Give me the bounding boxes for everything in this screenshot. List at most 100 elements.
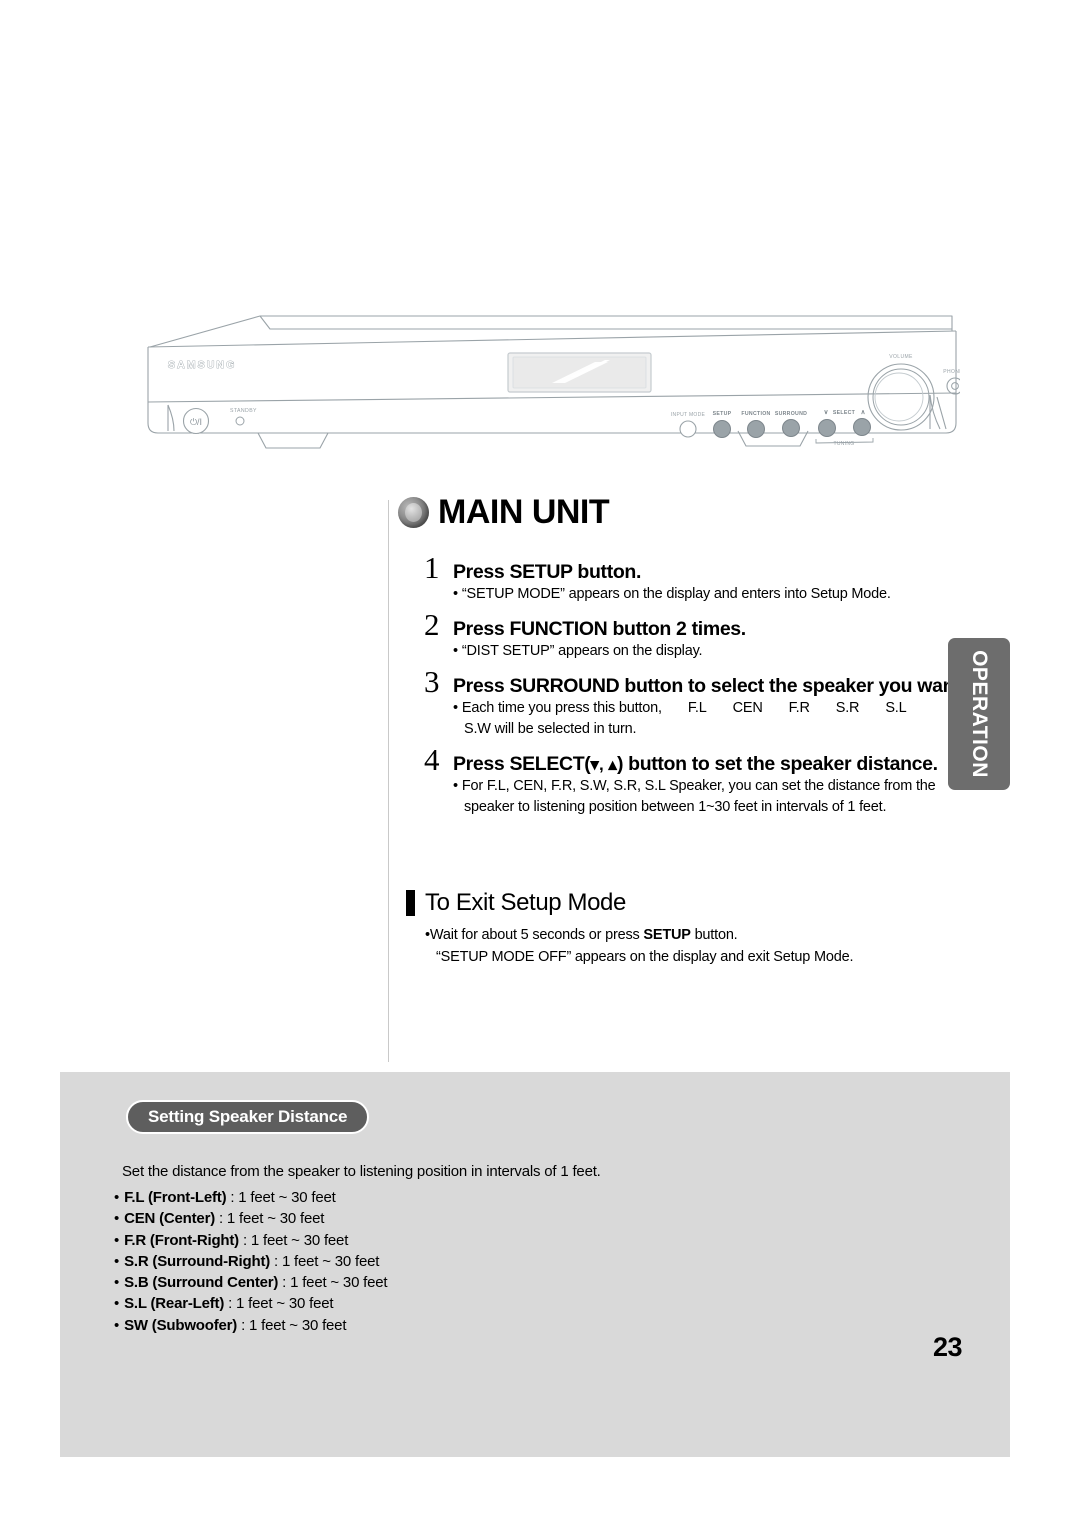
page-title-text: MAIN UNIT	[438, 493, 610, 531]
speaker-range: : 1 feet ~ 30 feet	[242, 1231, 349, 1249]
speaker-seq-0: F.L	[687, 700, 707, 717]
step-4: 4 Press SELECT(▾, ▴) button to set the s…	[424, 744, 964, 818]
step-1-title: Press SETUP button.	[453, 561, 642, 583]
panel-intro-text: Set the distance from the speaker to lis…	[122, 1163, 601, 1180]
list-item: • F.R (Front-Right) : 1 feet ~ 30 feet	[114, 1230, 387, 1251]
speaker-name: F.R (Front-Right)	[124, 1231, 239, 1249]
volume-knob[interactable]: VOLUME	[867, 354, 935, 431]
input-mode-button	[679, 420, 697, 438]
button-label-input-mode: INPUT MODE	[671, 412, 706, 418]
bullet-dot: •	[114, 1316, 120, 1334]
section-tab-operation-label: OPERATION	[968, 650, 992, 778]
select-chevrons-icon: ▾, ▴	[590, 754, 617, 774]
display-window	[507, 352, 652, 393]
speaker-range: : 1 feet ~ 30 feet	[241, 1316, 347, 1334]
list-item: • SW (Subwoofer) : 1 feet ~ 30 feet	[114, 1315, 387, 1336]
bullet-dot: •	[114, 1189, 120, 1206]
step-4-body: • For F.L, CEN, F.R, S.W, S.R, S.L Speake…	[453, 776, 964, 817]
main-unit-illustration: SAMSUNG ⏻/I STANDBY INPUT MODE SETUP FUN…	[140, 305, 960, 480]
square-bullet-icon	[406, 890, 415, 916]
list-item: • S.B (Surround Center) : 1 feet ~ 30 fee…	[114, 1272, 388, 1293]
bullet-dot: •	[114, 1274, 120, 1292]
speaker-seq-2: F.R	[788, 700, 810, 717]
exit-body-line1-a: Wait for about 5 seconds or press	[429, 927, 644, 943]
step-4-title-after: ) button to set the speaker distance.	[616, 752, 938, 775]
button-label-function: FUNCTION	[741, 411, 770, 417]
step-2-body-line1: “DIST SETUP” appears on the display.	[461, 643, 703, 660]
bullet-dot: •	[453, 586, 458, 603]
button-label-setup: SETUP	[713, 411, 732, 417]
speaker-distance-list: • F.L (Front-Left) : 1 feet ~ 30 feet • CE…	[114, 1187, 388, 1336]
list-item: • CEN (Center) : 1 feet ~ 30 feet	[114, 1208, 387, 1229]
speaker-name: F.L (Front-Left)	[124, 1189, 227, 1206]
exit-setup-mode-section: To Exit Setup Mode •Wait for about 5 sec…	[406, 890, 966, 969]
step-4-title: Press SELECT(▾, ▴) button to set the spe…	[453, 753, 938, 775]
sphere-bullet-icon	[398, 496, 429, 528]
svg-text:⏻/I: ⏻/I	[190, 417, 202, 427]
step-2-title: Press FUNCTION button 2 times.	[453, 618, 746, 640]
bullet-dot: •	[453, 778, 458, 794]
bullet-dot: •	[453, 700, 458, 717]
volume-label: VOLUME	[889, 354, 913, 360]
speaker-range: : 1 feet ~ 30 feet	[274, 1252, 380, 1270]
chevron-up-icon: ∧	[861, 409, 866, 416]
bullet-dot: •	[114, 1231, 120, 1249]
speaker-seq-3: S.R	[835, 700, 860, 717]
step-3: 3 Press SURROUND button to select the sp…	[424, 664, 966, 740]
setup-button	[713, 420, 731, 438]
panel-title-pill: Setting Speaker Distance	[126, 1100, 370, 1134]
front-control-buttons[interactable]: INPUT MODE SETUP FUNCTION SURROUND ∨ SEL…	[671, 409, 874, 447]
brand-logo: SAMSUNG	[168, 359, 236, 371]
select-up-button	[853, 418, 871, 436]
speaker-seq-4: S.L	[885, 700, 907, 717]
setting-speaker-distance-panel: Setting Speaker Distance Set the distanc…	[60, 1072, 1010, 1457]
step-3-body-prefix: Each time you press this button,	[461, 700, 662, 717]
list-item: • F.L (Front-Left) : 1 feet ~ 30 feet	[114, 1187, 387, 1208]
step-1-body-line1: “SETUP MODE” appears on the display and …	[461, 586, 891, 603]
exit-body-line2: “SETUP MODE OFF” appears on the display …	[436, 948, 854, 965]
exit-setup-mode-heading: To Exit Setup Mode	[406, 890, 966, 916]
speaker-name: CEN (Center)	[124, 1210, 216, 1228]
phones-label: PHONES	[943, 369, 960, 375]
speaker-range: : 1 feet ~ 30 feet	[282, 1274, 388, 1292]
step-3-number: 3	[424, 664, 440, 699]
list-item: • S.R (Surround-Right) : 1 feet ~ 30 feet	[114, 1251, 387, 1272]
chevron-down-icon: ∨	[824, 409, 829, 416]
exit-body-line1-b: button.	[690, 927, 738, 943]
speaker-name: S.B (Surround Center)	[124, 1274, 279, 1292]
step-4-title-before: Press SELECT(	[453, 752, 591, 775]
step-4-body-line1: For F.L, CEN, F.R, S.W, S.R, S.L Speaker…	[461, 778, 936, 794]
step-3-title: Press SURROUND button to select the spea…	[453, 675, 966, 697]
page-number: 23	[932, 1332, 963, 1362]
step-2: 2 Press FUNCTION button 2 times. • “DIST …	[424, 609, 964, 662]
step-2-body: • “DIST SETUP” appears on the display.	[453, 641, 964, 662]
section-tab-operation: OPERATION	[948, 638, 1010, 790]
surround-button	[782, 419, 800, 437]
exit-body-setup-keyword: SETUP	[643, 927, 691, 943]
svg-text:STANDBY: STANDBY	[230, 408, 257, 414]
steps-list: 1 Press SETUP button. • “SETUP MODE” appe…	[424, 552, 966, 821]
step-4-body-line2: speaker to listening position between 1~…	[464, 798, 887, 815]
column-divider	[388, 500, 389, 1062]
speaker-seq-1: CEN	[732, 700, 763, 717]
power-button[interactable]: ⏻/I	[182, 407, 210, 435]
step-2-number: 2	[424, 607, 440, 642]
button-label-select: SELECT	[833, 410, 856, 416]
step-3-body-line2: S.W will be selected in turn.	[464, 721, 637, 737]
bullet-dot: •	[114, 1252, 120, 1270]
bullet-dot: •	[114, 1210, 120, 1228]
select-down-button	[818, 419, 836, 437]
function-button	[747, 420, 765, 438]
speaker-range: : 1 feet ~ 30 feet	[218, 1210, 325, 1228]
speaker-name: S.L (Rear-Left)	[124, 1295, 225, 1313]
phones-jack[interactable]: PHONES	[943, 369, 960, 395]
button-label-surround: SURROUND	[775, 411, 807, 417]
exit-setup-mode-body: •Wait for about 5 seconds or press SETUP…	[425, 925, 966, 969]
step-1-number: 1	[424, 550, 440, 585]
button-label-tuning: TUNING	[834, 441, 855, 447]
standby-indicator: STANDBY	[230, 408, 257, 426]
bullet-dot: •	[114, 1295, 120, 1313]
speaker-range: : 1 feet ~ 30 feet	[228, 1295, 334, 1313]
step-1: 1 Press SETUP button. • “SETUP MODE” appe…	[424, 552, 964, 605]
exit-setup-mode-title: To Exit Setup Mode	[425, 889, 626, 916]
